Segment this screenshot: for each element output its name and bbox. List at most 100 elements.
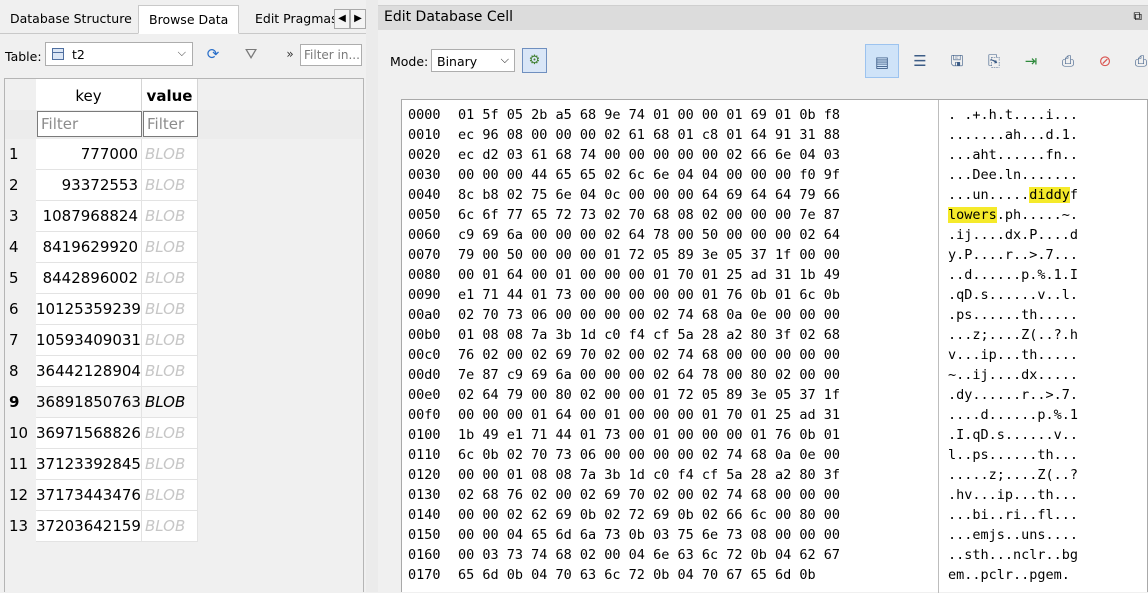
ascii-text[interactable]: .......ah...d.1. <box>948 125 1078 145</box>
ascii-text[interactable]: v...ip...th..... <box>948 345 1078 365</box>
hex-bytes[interactable]: 00 00 00 44 65 65 02 6c 6e 04 04 00 00 0… <box>458 165 840 185</box>
hex-bytes[interactable]: 79 00 50 00 00 00 01 72 05 89 3e 05 37 1… <box>458 245 840 265</box>
print-icon[interactable]: ⎙ <box>1051 44 1085 78</box>
hex-bytes[interactable]: 02 70 73 06 00 00 00 00 02 74 68 0a 0e 0… <box>458 305 840 325</box>
value-cell[interactable]: BLOB <box>142 170 198 201</box>
hex-bytes[interactable]: e1 71 44 01 73 00 00 00 00 00 01 76 0b 0… <box>458 285 840 305</box>
row-number[interactable]: 2 <box>5 170 36 201</box>
hex-bytes[interactable]: c9 69 6a 00 00 00 02 64 78 00 50 00 00 0… <box>458 225 840 245</box>
row-number[interactable]: 1 <box>5 139 36 170</box>
float-window-icon[interactable]: ⧉ <box>1133 9 1142 24</box>
auto-switch-mode-icon[interactable]: ⚙ <box>522 48 547 73</box>
ascii-text[interactable]: .qD.s......v..l. <box>948 285 1078 305</box>
hex-bytes[interactable]: 02 64 79 00 80 02 00 00 01 72 05 89 3e 0… <box>458 385 840 405</box>
ascii-text[interactable]: ..d......p.%.1.I <box>948 265 1078 285</box>
table-select[interactable]: t2 ⌵ <box>45 42 193 66</box>
ascii-text[interactable]: ....d......p.%.1 <box>948 405 1078 425</box>
tab-scroll-left-icon[interactable]: ◀ <box>334 9 350 29</box>
ascii-text[interactable]: ...bi..ri..fl... <box>948 505 1078 525</box>
key-cell[interactable]: 37123392845 <box>36 449 142 480</box>
ascii-text[interactable]: ~..ij....dx..... <box>948 365 1078 385</box>
hex-bytes[interactable]: ec 96 08 00 00 00 02 61 68 01 c8 01 64 9… <box>458 125 840 145</box>
value-filter-input[interactable]: Filter <box>143 111 198 137</box>
row-number[interactable]: 5 <box>5 263 36 294</box>
row-number[interactable]: 3 <box>5 201 36 232</box>
key-cell[interactable]: 8442896002 <box>36 263 142 294</box>
key-cell[interactable]: 36971568826 <box>36 418 142 449</box>
ascii-text[interactable]: ...emjs..uns.... <box>948 525 1078 545</box>
hex-bytes[interactable]: 00 00 04 65 6d 6a 73 0b 03 75 6e 73 08 0… <box>458 525 840 545</box>
hex-bytes[interactable]: 00 00 00 01 64 00 01 00 00 00 01 70 01 2… <box>458 405 840 425</box>
row-number[interactable]: 9 <box>5 387 36 418</box>
hex-bytes[interactable]: 00 00 01 08 08 7a 3b 1d c0 f4 cf 5a 28 a… <box>458 465 840 485</box>
row-number[interactable]: 10 <box>5 418 36 449</box>
import-file-icon[interactable]: 🖫 <box>940 44 974 78</box>
ascii-text[interactable]: .hv...ip...th... <box>948 485 1078 505</box>
value-cell[interactable]: BLOB <box>142 449 198 480</box>
set-null-icon[interactable]: ⊘ <box>1088 44 1122 78</box>
value-cell[interactable]: BLOB <box>142 294 198 325</box>
ascii-text[interactable]: y.P....r..>.7... <box>948 245 1078 265</box>
apply-changes-icon[interactable]: ⇥ <box>1014 44 1048 78</box>
refresh-icon[interactable]: ⟳ <box>203 44 223 64</box>
row-number[interactable]: 11 <box>5 449 36 480</box>
ascii-text[interactable]: ..sth...nclr..bg <box>948 545 1078 565</box>
value-cell[interactable]: BLOB <box>142 139 198 170</box>
key-cell[interactable]: 37173443476 <box>36 480 142 511</box>
ascii-text[interactable]: ...aht......fn.. <box>948 145 1078 165</box>
ascii-text[interactable]: .....z;....Z(..? <box>948 465 1078 485</box>
value-cell[interactable]: BLOB <box>142 201 198 232</box>
key-cell[interactable]: 37203642159 <box>36 511 142 542</box>
key-cell[interactable]: 93372553 <box>36 170 142 201</box>
key-cell[interactable]: 10125359239 <box>36 294 142 325</box>
clear-filters-icon[interactable]: ⛛ <box>241 44 261 64</box>
row-number[interactable]: 8 <box>5 356 36 387</box>
value-cell[interactable]: BLOB <box>142 418 198 449</box>
ascii-text[interactable]: ...z;....Z(..?.h <box>948 325 1078 345</box>
ascii-text[interactable]: lowers.ph.....~. <box>948 205 1078 225</box>
hex-bytes[interactable]: 00 03 73 74 68 02 00 04 6e 63 6c 72 0b 0… <box>458 545 840 565</box>
tab-database-structure[interactable]: Database Structure <box>0 5 142 32</box>
hex-bytes[interactable]: 76 02 00 02 69 70 02 00 02 74 68 00 00 0… <box>458 345 840 365</box>
hex-bytes[interactable]: 00 00 02 62 69 0b 02 72 69 0b 02 66 6c 0… <box>458 505 840 525</box>
hex-bytes[interactable]: 1b 49 e1 71 44 01 73 00 01 00 00 00 01 7… <box>458 425 840 445</box>
row-number[interactable]: 6 <box>5 294 36 325</box>
global-filter-input[interactable]: Filter in... <box>300 44 362 66</box>
ascii-text[interactable]: . .+.h.t....i... <box>948 105 1078 125</box>
key-cell[interactable]: 10593409031 <box>36 325 142 356</box>
hex-bytes[interactable]: 6c 6f 77 65 72 73 02 70 68 08 02 00 00 0… <box>458 205 840 225</box>
value-cell[interactable]: BLOB <box>142 387 198 418</box>
column-header-key[interactable]: key <box>36 79 142 110</box>
column-header-value[interactable]: value <box>142 79 198 110</box>
ascii-text[interactable]: ...Dee.ln....... <box>948 165 1078 185</box>
value-cell[interactable]: BLOB <box>142 356 198 387</box>
hex-bytes[interactable]: 00 01 64 00 01 00 00 00 01 70 01 25 ad 3… <box>458 265 840 285</box>
hex-bytes[interactable]: 6c 0b 02 70 73 06 00 00 00 00 02 74 68 0… <box>458 445 840 465</box>
value-cell[interactable]: BLOB <box>142 325 198 356</box>
word-wrap-icon[interactable]: ▤ <box>865 44 899 78</box>
hex-bytes[interactable]: 01 5f 05 2b a5 68 9e 74 01 00 00 01 69 0… <box>458 105 840 125</box>
row-number[interactable]: 7 <box>5 325 36 356</box>
auto-format-icon[interactable]: ☰ <box>903 44 937 78</box>
key-cell[interactable]: 8419629920 <box>36 232 142 263</box>
tab-scroll-right-icon[interactable]: ▶ <box>350 9 366 29</box>
hex-bytes[interactable]: 02 68 76 02 00 02 69 70 02 00 02 74 68 0… <box>458 485 840 505</box>
key-cell[interactable]: 1087968824 <box>36 201 142 232</box>
hex-bytes[interactable]: 01 08 08 7a 3b 1d c0 f4 cf 5a 28 a2 80 3… <box>458 325 840 345</box>
more-chevron-icon[interactable]: » <box>280 44 300 64</box>
ascii-text[interactable]: .I.qD.s......v.. <box>948 425 1078 445</box>
hex-bytes[interactable]: 65 6d 0b 04 70 63 6c 72 0b 04 70 67 65 6… <box>458 565 816 585</box>
value-cell[interactable]: BLOB <box>142 232 198 263</box>
export-file-icon[interactable]: ⎘ <box>977 44 1011 78</box>
tab-edit-pragmas[interactable]: Edit Pragmas <box>245 5 348 32</box>
row-number[interactable]: 13 <box>5 511 36 542</box>
ascii-text[interactable]: ...un.....diddyf <box>948 185 1078 205</box>
ascii-text[interactable]: l..ps......th... <box>948 445 1078 465</box>
more-tools-icon[interactable]: ⎙ <box>1124 44 1148 78</box>
hex-bytes[interactable]: ec d2 03 61 68 74 00 00 00 00 00 02 66 6… <box>458 145 840 165</box>
tab-browse-data[interactable]: Browse Data <box>138 5 240 34</box>
ascii-text[interactable]: .ij....dx.P....d <box>948 225 1078 245</box>
row-number[interactable]: 4 <box>5 232 36 263</box>
key-filter-input[interactable]: Filter <box>37 111 142 137</box>
row-number[interactable]: 12 <box>5 480 36 511</box>
